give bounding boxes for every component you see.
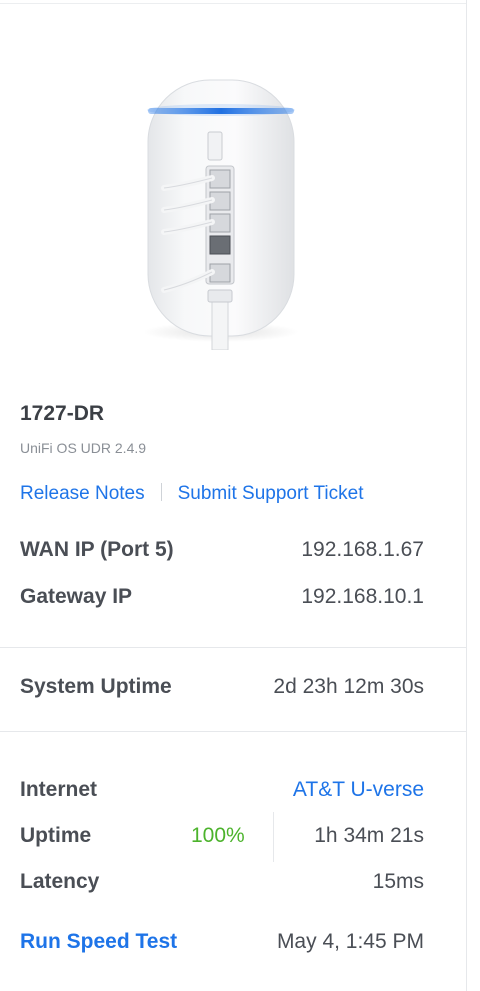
gateway-ip-value: 192.168.10.1 [301, 585, 424, 608]
device-detail-panel: 1727-DR UniFi OS UDR 2.4.9 Release Notes… [0, 0, 467, 991]
gateway-ip-row: Gateway IP 192.168.10.1 [20, 585, 424, 615]
internet-uptime-row: Uptime 100% 1h 34m 21s [20, 812, 424, 862]
wan-ip-label: WAN IP (Port 5) [20, 538, 174, 561]
device-links: Release Notes Submit Support Ticket [20, 483, 364, 505]
system-uptime-label: System Uptime [20, 675, 172, 698]
speed-test-date: May 4, 1:45 PM [276, 930, 424, 953]
wan-ip-value: 192.168.1.67 [301, 538, 424, 561]
gateway-ip-label: Gateway IP [20, 585, 133, 608]
release-notes-link[interactable]: Release Notes [20, 483, 145, 504]
isp-link[interactable]: AT&T U-verse [293, 778, 424, 802]
latency-row: Latency 15ms [20, 870, 424, 900]
internet-row: Internet AT&T U-verse [20, 778, 424, 808]
internet-uptime-label: Uptime [20, 824, 92, 847]
latency-label: Latency [20, 870, 100, 893]
device-image [143, 79, 299, 350]
section-divider [0, 647, 466, 648]
system-uptime-row: System Uptime 2d 23h 12m 30s [20, 675, 424, 705]
device-name: 1727-DR [20, 402, 105, 425]
system-uptime-value: 2d 23h 12m 30s [273, 675, 424, 698]
wan-ip-row: WAN IP (Port 5) 192.168.1.67 [20, 538, 424, 568]
internet-label: Internet [20, 778, 98, 801]
device-version: UniFi OS UDR 2.4.9 [20, 440, 147, 456]
uptime-percent: 100% [191, 824, 245, 847]
uptime-separator [273, 812, 274, 862]
latency-value: 15ms [372, 870, 424, 893]
top-divider [0, 3, 466, 4]
run-speed-test-button[interactable]: Run Speed Test [20, 930, 177, 954]
support-ticket-link[interactable]: Submit Support Ticket [178, 483, 364, 504]
link-separator [160, 483, 162, 501]
section-divider [0, 731, 466, 732]
uptime-duration: 1h 34m 21s [314, 824, 424, 847]
speed-test-row: Run Speed Test May 4, 1:45 PM [20, 930, 424, 960]
